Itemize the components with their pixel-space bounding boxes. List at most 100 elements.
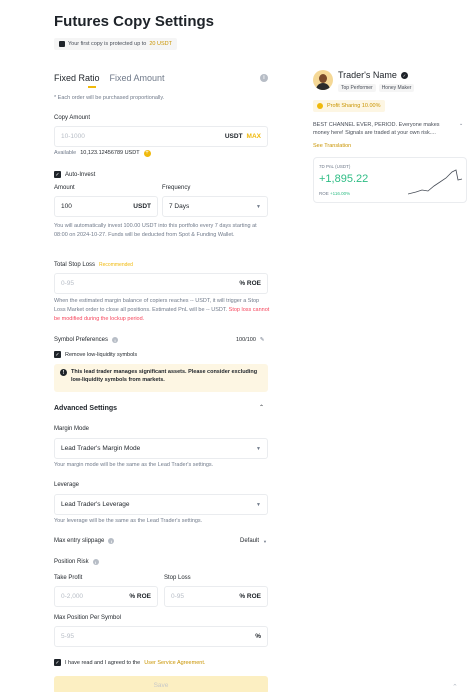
take-profit-label: Take Profit xyxy=(54,575,83,581)
stop-loss-note: When the estimated margin balance of cop… xyxy=(54,297,270,324)
check-icon: ✓ xyxy=(54,351,61,358)
leverage-value: Lead Trader's Leverage xyxy=(61,501,130,508)
remove-low-liquidity-label: Remove low-liquidity symbols xyxy=(65,351,138,358)
protect-text: Your first copy is protected up to xyxy=(68,41,147,47)
available-value: 10,123.12456789 USDT xyxy=(80,150,140,156)
trader-name[interactable]: Trader's Name xyxy=(338,70,397,80)
badge-top-performer: Top Performer xyxy=(338,84,376,92)
tab-underline xyxy=(88,86,96,88)
max-position-placeholder: 5-95 xyxy=(61,633,75,640)
stop-loss-label: Total Stop Loss xyxy=(54,262,96,268)
profit-sharing-badge: Profit Sharing 10.00% xyxy=(313,100,385,112)
auto-invest-checkbox[interactable]: ✓ Auto-Invest xyxy=(54,171,95,178)
trader-header: Trader's Name ✓ xyxy=(338,70,408,80)
page-title: Futures Copy Settings xyxy=(54,13,215,30)
trader-badges: Top Performer Honey Maker xyxy=(338,84,415,92)
adv-stop-loss-unit: % ROE xyxy=(239,593,261,600)
stop-loss-unit: % ROE xyxy=(239,280,261,287)
save-button[interactable]: Save xyxy=(54,676,268,692)
remove-low-liquidity-checkbox[interactable]: ✓ Remove low-liquidity symbols xyxy=(54,351,137,358)
trader-description: BEST CHANNEL EVER, PERIOD. Everyone make… xyxy=(313,122,440,136)
roe-value: +116.00% xyxy=(330,191,351,196)
stop-loss-placeholder: 0-95 xyxy=(61,280,75,287)
info-icon[interactable]: i xyxy=(260,74,268,82)
liquidity-warning: ! This lead trader manages significant a… xyxy=(54,364,268,392)
stop-loss-input[interactable]: 0-95 % ROE xyxy=(54,273,268,294)
adv-stop-loss-input[interactable]: 0-95 % ROE xyxy=(164,586,268,607)
symbol-count-value: 100/100 xyxy=(236,337,256,343)
scroll-top-icon[interactable]: ⌃ xyxy=(452,683,458,691)
margin-mode-note: Your margin mode will be the same as the… xyxy=(54,462,214,468)
max-position-label: Max Position Per Symbol xyxy=(54,615,122,621)
amount-label: Amount xyxy=(54,185,75,191)
agreement-checkbox[interactable]: ✓ I have read and I agreed to the User S… xyxy=(54,659,205,666)
slippage-header: Max entry slippage i xyxy=(54,538,115,544)
verified-icon: ✓ xyxy=(400,71,408,79)
margin-mode-select[interactable]: Lead Trader's Margin Mode ▼ xyxy=(54,438,268,459)
alert-icon: ! xyxy=(60,369,67,376)
max-button[interactable]: MAX xyxy=(247,133,261,140)
chevron-up-icon[interactable]: ⌃ xyxy=(259,404,264,411)
recommended-tag: Recommended xyxy=(99,262,133,268)
margin-mode-label: Margin Mode xyxy=(54,426,90,432)
available-balance: Available 10,123.12456789 USDT + xyxy=(54,149,151,158)
position-risk-header: Position Risk i xyxy=(54,559,99,565)
frequency-select[interactable]: 7 Days ▼ xyxy=(162,196,268,217)
symbol-count[interactable]: 100/100 ✎ xyxy=(236,337,265,343)
adv-stop-loss-label: Stop Loss xyxy=(164,575,191,581)
auto-invest-note: You will automatically invest 100.00 USD… xyxy=(54,223,257,238)
amount-input[interactable]: 100 USDT xyxy=(54,196,158,217)
pnl-card: 7D PnL (USDT) +1,895.22 ROE +116.00% xyxy=(313,157,467,203)
amount-unit: USDT xyxy=(133,203,151,210)
shield-icon xyxy=(59,41,65,47)
agreement-text: I have read and I agreed to the xyxy=(65,659,141,666)
avatar xyxy=(313,70,333,90)
slippage-select[interactable]: Default ▼ xyxy=(240,538,267,544)
profit-sharing-text: Profit Sharing 10.00% xyxy=(327,103,381,109)
proportional-note: * Each order will be purchased proportio… xyxy=(54,95,165,101)
symbol-prefs-label: Symbol Preferences xyxy=(54,337,109,343)
available-label: Available xyxy=(54,150,77,156)
chevron-down-icon[interactable]: ⌄ xyxy=(459,121,463,127)
margin-mode-value: Lead Trader's Margin Mode xyxy=(61,445,141,452)
take-profit-unit: % ROE xyxy=(129,593,151,600)
copy-amount-input[interactable]: 10-1000 USDT MAX xyxy=(54,126,268,147)
frequency-label: Frequency xyxy=(162,185,191,191)
leverage-select[interactable]: Lead Trader's Leverage ▼ xyxy=(54,494,268,515)
check-icon: ✓ xyxy=(54,171,61,178)
protection-banner: Your first copy is protected up to 20 US… xyxy=(54,38,177,50)
agreement-link[interactable]: User Service Agreement. xyxy=(144,660,205,666)
chevron-down-icon: ▼ xyxy=(256,203,261,210)
coin-icon xyxy=(317,103,323,109)
chevron-down-icon: ▼ xyxy=(263,538,267,544)
leverage-label: Leverage xyxy=(54,482,80,488)
leverage-note: Your leverage will be the same as the Le… xyxy=(54,518,203,524)
slippage-label: Max entry slippage xyxy=(54,538,105,544)
take-profit-input[interactable]: 0-2,000 % ROE xyxy=(54,586,158,607)
info-icon[interactable]: i xyxy=(108,538,115,544)
position-risk-label: Position Risk xyxy=(54,559,89,565)
mode-tabs: Fixed Ratio Fixed Amount xyxy=(54,73,165,83)
edit-icon: ✎ xyxy=(259,337,265,343)
symbol-prefs-header: Symbol Preferences i xyxy=(54,337,119,343)
amount-value: 100 xyxy=(61,203,72,210)
max-position-input[interactable]: 5-95 % xyxy=(54,626,268,647)
auto-invest-label: Auto-Invest xyxy=(65,171,96,178)
warning-text: This lead trader manages significant ass… xyxy=(71,369,258,383)
pnl-value: +1,895.22 xyxy=(319,173,369,185)
frequency-value: 7 Days xyxy=(169,203,190,210)
see-translation-link[interactable]: See Translation xyxy=(313,143,351,149)
info-icon[interactable]: i xyxy=(92,559,99,565)
add-funds-icon[interactable]: + xyxy=(143,150,151,157)
tab-fixed-ratio[interactable]: Fixed Ratio xyxy=(54,73,100,83)
copy-amount-placeholder: 10-1000 xyxy=(61,133,85,140)
chevron-down-icon: ▼ xyxy=(256,445,261,452)
roe-row: ROE +116.00% xyxy=(319,191,350,196)
advanced-settings-title: Advanced Settings xyxy=(54,405,118,412)
protect-amount: 20 USDT xyxy=(149,41,172,47)
info-icon[interactable]: i xyxy=(112,337,119,343)
chevron-down-icon: ▼ xyxy=(256,501,261,508)
roe-label: ROE xyxy=(319,191,329,196)
tab-fixed-amount[interactable]: Fixed Amount xyxy=(110,73,165,83)
badge-honey-maker: Honey Maker xyxy=(378,84,415,92)
